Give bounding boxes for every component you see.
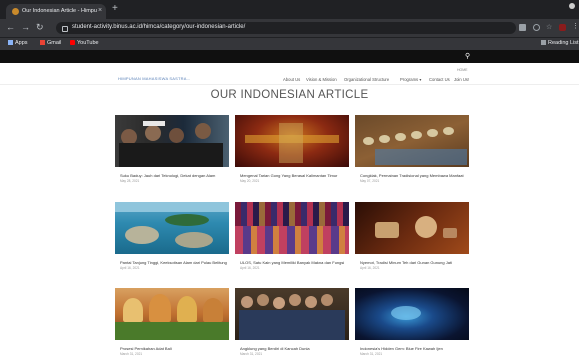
menu-icon[interactable]: ⋮ <box>572 22 579 30</box>
nav-programs[interactable]: Programs ▾ <box>400 77 421 82</box>
bookmark-gmail[interactable]: Gmail <box>40 40 61 46</box>
article-card[interactable]: Prosesi Pernikahan Adat Bali March 31, 2… <box>115 288 229 356</box>
bookmark-apps[interactable]: Apps <box>8 40 28 46</box>
article-image[interactable] <box>235 115 349 167</box>
article-image[interactable] <box>355 202 469 254</box>
site-logo[interactable]: HIMPUNAN MAHASISWA SASTRA... <box>118 76 191 81</box>
article-card[interactable]: ULOS, Satu Kain yang Memiliki Banyak Mak… <box>235 202 349 270</box>
star-icon[interactable]: ☆ <box>546 23 553 31</box>
page-title: OUR INDONESIAN ARTICLE <box>210 89 369 101</box>
breadcrumb[interactable]: HOME <box>457 68 468 72</box>
article-title[interactable]: Prosesi Pernikahan Adat Bali <box>115 346 229 351</box>
article-image[interactable] <box>355 288 469 340</box>
chevron-down-icon: ▾ <box>419 77 422 82</box>
article-title[interactable]: Indonesia's Hidden Gem: Blue Fire Kawah … <box>355 346 469 351</box>
search-icon[interactable]: ⚲ <box>465 52 470 60</box>
back-icon[interactable]: ← <box>6 22 15 32</box>
lock-icon[interactable] <box>62 26 68 32</box>
article-card[interactable]: Suku Baduy: Jauh dari Teknologi, Dekat d… <box>115 115 229 183</box>
article-title[interactable]: Suku Baduy: Jauh dari Teknologi, Dekat d… <box>115 173 229 178</box>
nav-divider <box>0 84 579 85</box>
nav-vision-mission[interactable]: Vision & Mission <box>306 77 337 82</box>
article-date: May 07, 2021 <box>360 179 380 184</box>
article-card[interactable]: Nyemot, Tradisi Minum Teh dari Gunan Gun… <box>355 202 469 270</box>
apps-grid-icon <box>8 40 13 45</box>
article-title[interactable]: Angklung yang Berdiri di Kancah Dunia <box>235 346 349 351</box>
browser-tab[interactable]: Our Indonesian Article - Himpu × <box>6 4 106 19</box>
article-title[interactable]: Nyemot, Tradisi Minum Teh dari Gunan Gun… <box>355 260 469 265</box>
article-date: April 16, 2021 <box>360 266 380 271</box>
forward-icon[interactable]: → <box>21 22 30 32</box>
reading-list[interactable]: Reading List <box>541 40 579 46</box>
article-image[interactable] <box>355 115 469 167</box>
article-date: April 16, 2021 <box>120 266 140 271</box>
article-image[interactable] <box>115 202 229 254</box>
article-title[interactable]: Pantai Tanjung Tinggi, Keeksotisan Alam … <box>115 260 229 265</box>
article-card[interactable]: Angklung yang Berdiri di Kancah Dunia Ma… <box>235 288 349 356</box>
article-date: May 28, 2021 <box>120 179 140 184</box>
article-card[interactable]: Mengenal Tarian Gong Yang Berasal Kalima… <box>235 115 349 183</box>
site-top-bar <box>0 50 579 63</box>
url-text[interactable]: student-activity.binus.ac.id/himca/categ… <box>72 24 245 30</box>
article-date: March 31, 2021 <box>360 352 383 357</box>
extension-icon[interactable] <box>559 24 566 31</box>
reload-icon[interactable]: ↻ <box>36 22 44 33</box>
article-card[interactable]: Indonesia's Hidden Gem: Blue Fire Kawah … <box>355 288 469 356</box>
article-image[interactable] <box>115 288 229 340</box>
article-image[interactable] <box>235 288 349 340</box>
article-title[interactable]: Congklak, Permainan Tradisional yang Mem… <box>355 173 469 178</box>
gmail-icon <box>40 40 45 45</box>
nav-about-us[interactable]: About Us <box>283 77 300 82</box>
reading-list-icon <box>541 40 546 45</box>
article-card[interactable]: Congklak, Permainan Tradisional yang Mem… <box>355 115 469 183</box>
new-tab-icon[interactable]: + <box>112 3 118 14</box>
article-title[interactable]: Mengenal Tarian Gong Yang Berasal Kalima… <box>235 173 349 178</box>
article-date: May 20, 2021 <box>240 179 260 184</box>
nav-organizational-structure[interactable]: Organizational Structure <box>344 77 389 82</box>
article-date: March 31, 2021 <box>240 352 263 357</box>
article-date: April 16, 2021 <box>240 266 260 271</box>
article-image[interactable] <box>235 202 349 254</box>
article-image[interactable] <box>115 115 229 167</box>
profile-icon[interactable] <box>569 3 575 9</box>
nav-contact-us[interactable]: Contact Us <box>429 77 450 82</box>
close-tab-icon[interactable]: × <box>98 7 102 14</box>
youtube-icon <box>70 40 75 45</box>
translate-icon[interactable] <box>519 24 526 31</box>
article-card[interactable]: Pantai Tanjung Tinggi, Keeksotisan Alam … <box>115 202 229 270</box>
favicon-icon <box>12 8 19 15</box>
bookmark-youtube[interactable]: YouTube <box>70 40 99 46</box>
article-date: March 31, 2021 <box>120 352 143 357</box>
zoom-icon[interactable] <box>533 24 540 31</box>
article-title[interactable]: ULOS, Satu Kain yang Memiliki Banyak Mak… <box>235 260 349 265</box>
nav-join-us[interactable]: Join Us! <box>454 77 469 82</box>
tab-title: Our Indonesian Article - Himpu <box>22 8 97 14</box>
